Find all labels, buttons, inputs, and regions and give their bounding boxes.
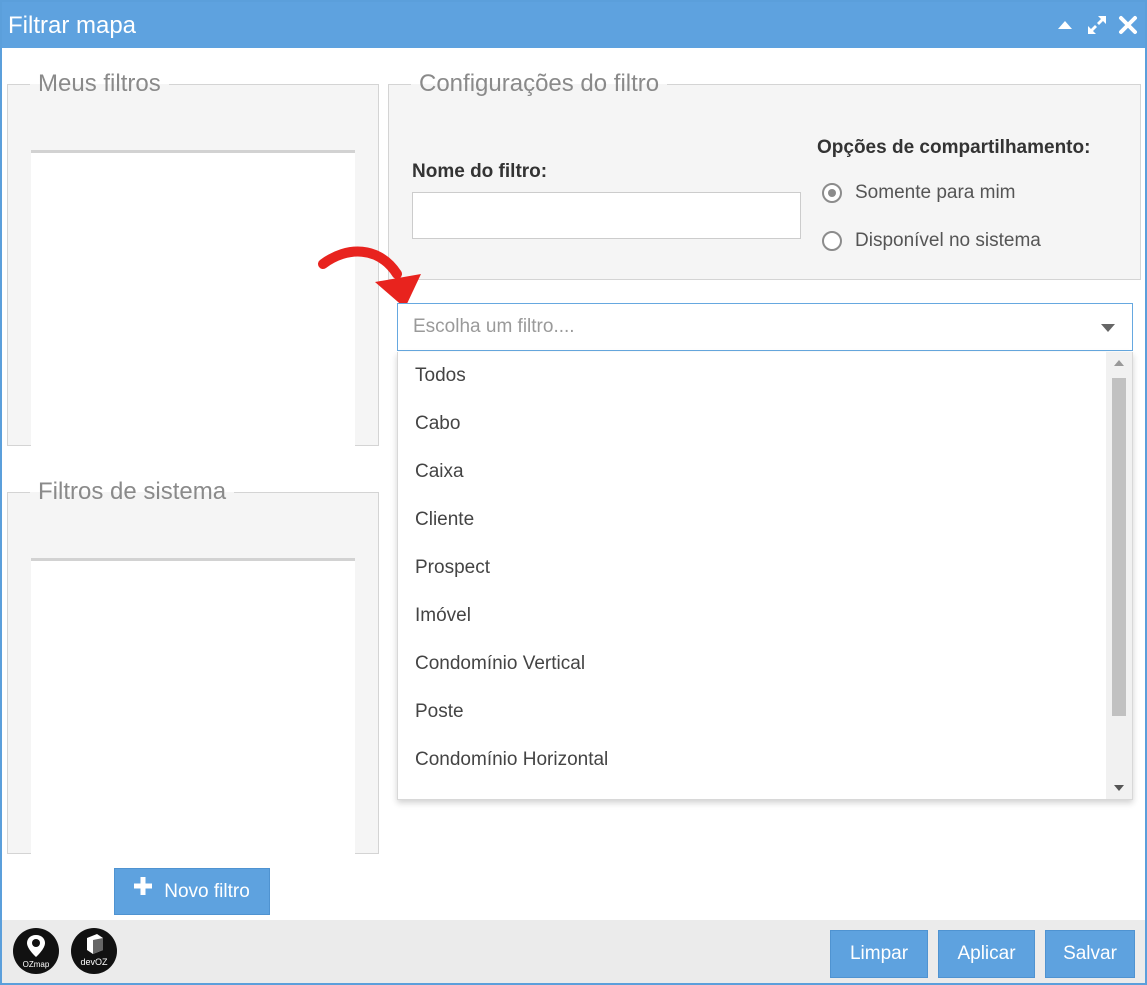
my-filters-list[interactable] [31, 150, 355, 456]
my-filters-legend: Meus filtros [38, 70, 161, 97]
sharing-options-label: Opções de compartilhamento: [817, 137, 1091, 158]
dropdown-option-condominio-horizontal[interactable]: Condomínio Horizontal [398, 736, 1108, 784]
expand-arrows-icon[interactable] [1086, 14, 1108, 36]
filter-name-input[interactable] [412, 192, 801, 239]
scrollbar-thumb[interactable] [1112, 378, 1126, 716]
apply-button[interactable]: Aplicar [938, 930, 1035, 978]
dropdown-option-prospect[interactable]: Prospect [398, 544, 1108, 592]
filter-select[interactable]: Escolha um filtro.... [397, 303, 1133, 351]
new-filter-button[interactable]: Novo filtro [114, 868, 270, 915]
radio-available-system[interactable]: Disponível no sistema [822, 228, 1041, 254]
dropdown-option-condominio-vertical[interactable]: Condomínio Vertical [398, 640, 1108, 688]
devoz-logo-text: devOZ [80, 957, 108, 967]
dropdown-option-caixa[interactable]: Caixa [398, 448, 1108, 496]
dropdown-option-todos[interactable]: Todos [398, 352, 1108, 400]
radio-only-me[interactable]: Somente para mim [822, 180, 1016, 206]
ozmap-logo-text: OZmap [23, 960, 50, 969]
dropdown-option-cabo[interactable]: Cabo [398, 400, 1108, 448]
devoz-logo: devOZ [71, 928, 117, 974]
radio-available-system-label: Disponível no sistema [855, 230, 1041, 251]
close-icon[interactable] [1117, 14, 1139, 36]
dialog-footer: OZmap devOZ Limpar Aplicar Salvar [2, 920, 1145, 983]
dropdown-option-cliente[interactable]: Cliente [398, 496, 1108, 544]
dropdown-option-poste[interactable]: Poste [398, 688, 1108, 736]
clear-button[interactable]: Limpar [830, 930, 928, 978]
dialog-title: Filtrar mapa [8, 12, 137, 39]
filter-dropdown-list[interactable]: Todos Cabo Caixa Cliente Prospect Imóvel… [397, 352, 1133, 800]
filter-config-legend: Configurações do filtro [419, 70, 660, 97]
save-button[interactable]: Salvar [1045, 930, 1135, 978]
filter-name-label: Nome do filtro: [412, 161, 548, 182]
system-filters-list[interactable] [31, 558, 355, 864]
new-filter-label: Novo filtro [164, 881, 250, 902]
scroll-up-icon[interactable] [1114, 360, 1124, 366]
radio-button-checked[interactable] [822, 183, 842, 203]
scroll-down-icon[interactable] [1114, 785, 1124, 791]
red-arrow-annotation [318, 246, 421, 308]
filter-select-placeholder: Escolha um filtro.... [413, 316, 575, 337]
chevron-down-icon[interactable] [1101, 324, 1115, 332]
ozmap-logo: OZmap [13, 928, 59, 974]
dropdown-scrollbar[interactable] [1106, 352, 1132, 799]
system-filters-panel: Filtros de sistema [7, 478, 379, 864]
system-filters-legend: Filtros de sistema [38, 478, 227, 505]
collapse-up-icon[interactable] [1054, 14, 1076, 36]
dropdown-option-imovel[interactable]: Imóvel [398, 592, 1108, 640]
radio-button-unchecked[interactable] [822, 231, 842, 251]
title-bar[interactable]: Filtrar mapa [2, 2, 1145, 48]
radio-only-me-label: Somente para mim [855, 182, 1016, 203]
plus-icon [134, 867, 153, 912]
filter-map-dialog: Filtrar mapa Meus filtros Filtros de sis… [0, 0, 1147, 985]
